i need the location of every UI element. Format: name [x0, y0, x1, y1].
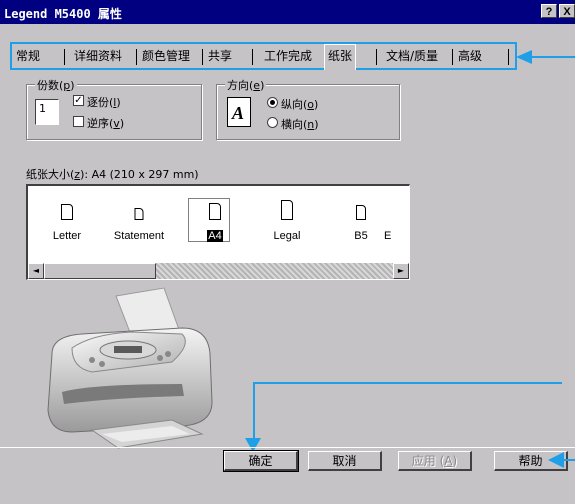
tab-general[interactable]: 常规	[16, 46, 40, 68]
paper-item-letter[interactable]: Letter	[40, 200, 94, 260]
tab-details[interactable]: 详细资料	[74, 46, 122, 68]
copies-group-label: 份数(p)	[35, 77, 77, 93]
tab-job-completion[interactable]: 工作完成	[264, 46, 312, 68]
close-button[interactable]: X	[559, 4, 575, 18]
reverse-order-label: 逆序(v)	[87, 117, 125, 130]
scroll-thumb[interactable]	[44, 263, 156, 279]
arrow-left-icon	[516, 50, 532, 64]
callout-line-ok-top	[253, 382, 562, 384]
apply-button[interactable]: 应用 (A)	[398, 451, 472, 471]
paper-item-b5[interactable]: B5	[334, 200, 388, 260]
paper-item-legal[interactable]: Legal	[260, 200, 314, 260]
copies-group: 份数(p) 1 ✓ 逐份(l) 逆序(v)	[26, 77, 202, 140]
scroll-track[interactable]	[156, 263, 393, 279]
scroll-right-button[interactable]: ►	[393, 263, 409, 279]
properties-dialog: Legend M5400 属性 ? X 常规 详细资料 颜色管理 共享 工作完成…	[0, 0, 575, 504]
portrait-radio[interactable]	[267, 97, 278, 108]
arrow-down-icon	[245, 438, 261, 452]
arrow-left-icon	[548, 452, 575, 468]
portrait-page-icon: A	[227, 97, 251, 127]
landscape-label: 横向(n)	[281, 118, 319, 131]
collate-checkbox[interactable]: ✓	[73, 95, 84, 106]
paper-size-label: 纸张大小(z): A4 (210 x 297 mm)	[26, 168, 199, 181]
tab-sharing[interactable]: 共享	[208, 46, 232, 68]
ok-button[interactable]: 确定	[223, 450, 299, 472]
orientation-group-label: 方向(e)	[225, 77, 267, 93]
paper-item-statement[interactable]: Statement	[112, 200, 166, 260]
callout-line-ok	[253, 383, 255, 441]
paper-sheet-icon	[356, 205, 366, 220]
tab-document-quality[interactable]: 文档/质量	[386, 46, 438, 68]
paper-sheet-icon	[209, 203, 221, 220]
reverse-order-checkbox[interactable]	[73, 116, 84, 127]
paper-sheet-icon	[61, 204, 73, 220]
paper-tab-panel: 份数(p) 1 ✓ 逐份(l) 逆序(v) 方向(e) A 纵向(o) 横向(n…	[14, 70, 562, 450]
paper-size-list[interactable]: Letter Statement A4 Legal B5 E ◄ ►	[26, 184, 410, 280]
printer-image	[47, 287, 213, 449]
cancel-button[interactable]: 取消	[308, 451, 382, 471]
callout-line-tabs	[528, 56, 575, 58]
paper-list-scrollbar[interactable]: ◄ ►	[28, 263, 409, 279]
orientation-group: 方向(e) A 纵向(o) 横向(n)	[216, 77, 400, 140]
tab-strip: 常规 详细资料 颜色管理 共享 工作完成 纸张 文档/质量 高级	[10, 42, 517, 70]
tab-advanced[interactable]: 高级	[458, 46, 482, 68]
scroll-left-button[interactable]: ◄	[28, 263, 44, 279]
portrait-label: 纵向(o)	[281, 98, 319, 111]
copies-count-input[interactable]: 1	[35, 99, 59, 125]
paper-sheet-icon	[281, 200, 293, 220]
paper-sheet-icon	[134, 208, 144, 220]
window-title: Legend M5400 属性	[4, 7, 122, 21]
tab-paper[interactable]: 纸张	[324, 44, 357, 70]
help-title-button[interactable]: ?	[541, 4, 557, 18]
tab-color-management[interactable]: 颜色管理	[142, 46, 190, 68]
collate-label: 逐份(l)	[87, 96, 121, 109]
title-bar: Legend M5400 属性 ? X	[0, 0, 575, 24]
bottom-divider	[0, 447, 575, 448]
paper-item-e[interactable]: E	[384, 200, 404, 260]
landscape-radio[interactable]	[267, 117, 278, 128]
paper-item-a4[interactable]: A4	[188, 198, 242, 260]
